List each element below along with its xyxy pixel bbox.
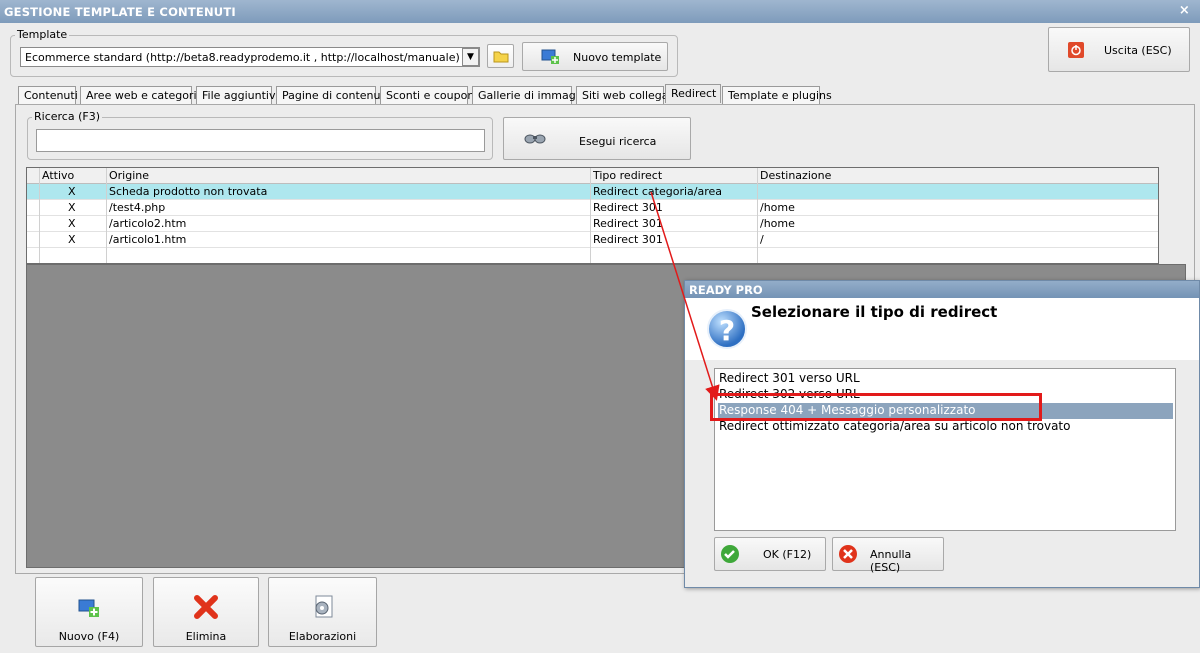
template-select[interactable]: Ecommerce standard (http://beta8.readypr…: [20, 47, 480, 67]
cancel-icon: [839, 545, 857, 563]
grid-header: Attivo Origine Tipo redirect Destinazion…: [27, 168, 1158, 184]
search-input[interactable]: [36, 129, 485, 152]
gear-document-icon: [315, 595, 332, 618]
list-item[interactable]: Redirect 301 verso URL: [718, 371, 1173, 387]
cell-tipo: Redirect 301: [593, 217, 663, 230]
window-title: GESTIONE TEMPLATE E CONTENUTI: [4, 5, 236, 19]
processing-button-label: Elaborazioni: [288, 630, 357, 643]
cell-tipo: Redirect 301: [593, 201, 663, 214]
delete-button[interactable]: Elimina: [153, 577, 259, 647]
check-icon: [721, 545, 739, 563]
cell-origine: /articolo2.htm: [109, 217, 187, 230]
folder-icon: [493, 51, 509, 63]
new-template-label: Nuovo template: [573, 51, 662, 64]
tab-file-aggiuntivi[interactable]: File aggiuntivi: [196, 86, 279, 104]
tab-contenuti[interactable]: Contenuti: [18, 86, 78, 104]
cell-origine: /test4.php: [109, 201, 166, 214]
window-titlebar: GESTIONE TEMPLATE E CONTENUTI ×: [0, 0, 1200, 23]
tab-sconti-coupon[interactable]: Sconti e coupon: [380, 86, 474, 104]
tab-aree-web[interactable]: Aree web e categorie: [80, 86, 203, 104]
question-icon: ?: [707, 309, 747, 349]
highlight-box: [710, 393, 1042, 421]
template-group-label: Template: [15, 28, 70, 41]
cell-origine: /articolo1.htm: [109, 233, 187, 246]
close-icon[interactable]: ×: [1179, 3, 1190, 18]
column-header-attivo[interactable]: Attivo: [42, 169, 74, 183]
table-row[interactable]: X /test4.php Redirect 301 /home: [27, 200, 1158, 216]
cell-attivo: X: [68, 217, 76, 230]
chevron-down-icon[interactable]: ▼: [462, 48, 479, 66]
cancel-button[interactable]: Annulla (ESC): [832, 537, 944, 574]
search-button[interactable]: Esegui ricerca: [503, 117, 691, 160]
cell-attivo: X: [68, 201, 76, 214]
ok-button[interactable]: OK (F12): [714, 537, 826, 571]
grid-divider: [39, 168, 40, 263]
tab-template-plugins[interactable]: Template e plugins: [722, 86, 832, 104]
new-button[interactable]: Nuovo (F4): [35, 577, 143, 647]
search-button-label: Esegui ricerca: [579, 135, 657, 148]
processing-button[interactable]: Elaborazioni: [268, 577, 377, 647]
table-row-empty[interactable]: [27, 248, 1158, 264]
table-row[interactable]: X /articolo2.htm Redirect 301 /home: [27, 216, 1158, 232]
add-window-icon: [541, 49, 559, 64]
dialog-title: READY PRO: [685, 281, 1199, 298]
search-label: Ricerca (F3): [32, 110, 102, 123]
delete-button-label: Elimina: [185, 630, 227, 643]
cell-destinazione: /home: [760, 201, 795, 214]
column-header-origine[interactable]: Origine: [109, 169, 149, 183]
redirect-type-dialog: READY PRO ? Selezionare il tipo di redir…: [684, 280, 1200, 588]
cell-tipo: Redirect categoria/area: [593, 185, 722, 198]
open-folder-button[interactable]: [487, 44, 514, 68]
ok-label: OK (F12): [763, 548, 812, 561]
exit-label: Uscita (ESC): [1104, 44, 1172, 57]
tab-pagine-contenuti[interactable]: Pagine di contenuti: [276, 86, 388, 104]
cell-destinazione: /: [760, 233, 764, 246]
cell-attivo: X: [68, 233, 76, 246]
column-header-tipo[interactable]: Tipo redirect: [593, 169, 662, 183]
tab-siti-web[interactable]: Siti web collegati: [576, 86, 676, 104]
grid-divider: [590, 168, 591, 263]
cell-tipo: Redirect 301: [593, 233, 663, 246]
table-row[interactable]: X /articolo1.htm Redirect 301 /: [27, 232, 1158, 248]
table-row[interactable]: X Scheda prodotto non trovata Redirect c…: [27, 184, 1158, 200]
column-header-destinazione[interactable]: Destinazione: [760, 169, 831, 183]
add-window-icon: [78, 599, 99, 617]
cell-origine: Scheda prodotto non trovata: [109, 185, 268, 198]
new-template-button[interactable]: Nuovo template: [522, 42, 668, 71]
tab-gallerie-immagini[interactable]: Gallerie di immagini: [472, 86, 589, 104]
binoculars-icon: [524, 134, 546, 144]
list-item[interactable]: Redirect ottimizzato categoria/area su a…: [718, 419, 1173, 435]
new-button-label: Nuovo (F4): [58, 630, 120, 643]
cell-destinazione: /home: [760, 217, 795, 230]
redirect-grid: Attivo Origine Tipo redirect Destinazion…: [26, 167, 1159, 264]
power-icon: [1068, 42, 1084, 58]
exit-button[interactable]: Uscita (ESC): [1048, 27, 1190, 72]
grid-divider: [757, 168, 758, 263]
cancel-label: Annulla (ESC): [870, 548, 912, 574]
grid-divider: [106, 168, 107, 263]
tab-redirect[interactable]: Redirect: [665, 84, 721, 103]
cell-attivo: X: [68, 185, 76, 198]
dialog-message: Selezionare il tipo di redirect: [751, 303, 998, 321]
delete-icon: [194, 595, 218, 619]
